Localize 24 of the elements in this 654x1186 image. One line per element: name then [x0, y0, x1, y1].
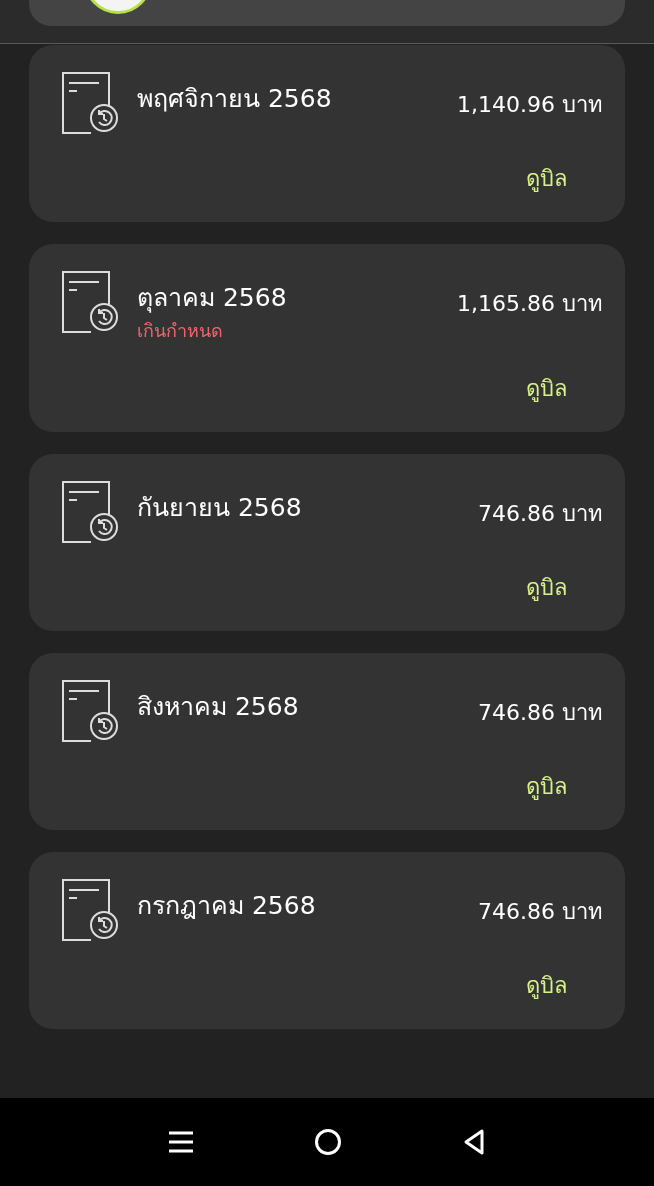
bill-amount: 746.86 บาท: [478, 699, 603, 727]
bill-month: กันยายน 2568: [137, 494, 303, 522]
bill-month: พฤศจิกายน 2568: [137, 85, 333, 113]
home-icon[interactable]: [314, 1128, 342, 1156]
bill-amount: 746.86 บาท: [478, 500, 603, 528]
menu-icon[interactable]: [168, 1130, 194, 1154]
bill-month: ตุลาคม 2568: [137, 284, 288, 312]
bill-amount: 1,140.96 บาท: [457, 91, 603, 119]
view-bill-link[interactable]: ดูบิล: [526, 161, 567, 196]
overdue-status: เกินกำหนด: [137, 319, 224, 343]
view-bill-link[interactable]: ดูบิล: [526, 570, 567, 605]
back-icon[interactable]: [462, 1128, 486, 1156]
bill-month: สิงหาคม 2568: [137, 693, 300, 721]
bill-history-icon: [61, 270, 119, 334]
bill-history-icon: [61, 878, 119, 942]
view-bill-link[interactable]: ดูบิล: [526, 769, 567, 804]
bill-amount: 1,165.86 บาท: [457, 290, 603, 318]
bill-amount: 746.86 บาท: [478, 898, 603, 926]
view-bill-link[interactable]: ดูบิล: [526, 371, 567, 406]
bill-history-icon: [61, 480, 119, 544]
view-bill-link[interactable]: ดูบิล: [526, 968, 567, 1003]
bill-history-icon: [61, 71, 119, 135]
bill-month: กรกฎาคม 2568: [137, 892, 317, 920]
bill-history-icon: [61, 679, 119, 743]
